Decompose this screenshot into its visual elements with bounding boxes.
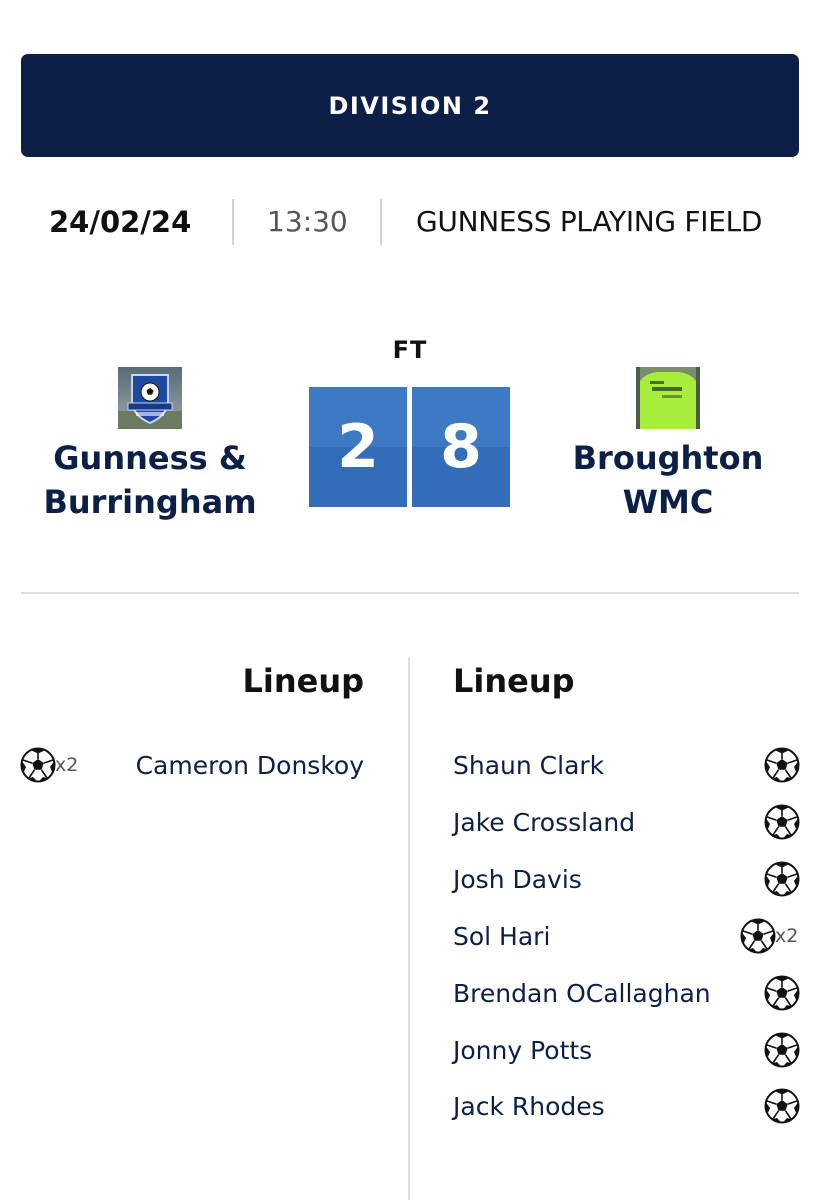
match-status: FT [392,336,428,364]
goal-ball-icon [764,975,800,1011]
away-team-name-line2: WMC [622,483,714,521]
away-team-name[interactable]: Broughton WMC [518,436,818,524]
meta-separator [380,199,382,245]
away-player[interactable]: Sol Hari [453,917,550,957]
goal-ball-icon [20,747,56,783]
away-player[interactable]: Jack Rhodes [453,1087,605,1127]
away-player[interactable]: Shaun Clark [453,746,604,786]
away-score-value: 8 [440,412,482,482]
away-team-name-line1: Broughton [572,439,764,477]
division-header: DIVISION 2 [21,54,799,157]
goal-ball-icon [764,861,800,897]
goal-count: x2 [775,925,799,947]
goal-ball-icon [764,804,800,840]
meta-separator [232,199,234,245]
away-team-photo-icon[interactable] [636,367,700,429]
away-player[interactable]: Jonny Potts [453,1031,592,1071]
match-time: 13:30 [267,205,348,238]
home-player[interactable]: Cameron Donskoy [136,746,364,786]
home-team-name-line2: Burringham [43,483,257,521]
home-score-value: 2 [337,412,379,482]
match-date: 24/02/24 [49,205,192,239]
away-lineup-title: Lineup [453,662,575,700]
home-score: 2 [309,387,407,507]
goal-count: x2 [55,754,79,776]
home-lineup-title: Lineup [242,662,364,700]
goal-ball-icon [764,1088,800,1124]
division-title: DIVISION 2 [328,91,492,120]
home-club-crest-icon[interactable] [118,367,182,429]
home-team-name-line1: Gunness & [53,439,247,477]
away-player[interactable]: Brendan OCallaghan [453,974,711,1014]
home-team-name[interactable]: Gunness & Burringham [0,436,300,524]
goal-ball-icon [764,1032,800,1068]
away-score: 8 [412,387,510,507]
section-divider [21,592,799,594]
lineup-column-divider [408,657,410,1200]
match-venue: GUNNESS PLAYING FIELD [416,205,763,238]
goal-ball-icon [740,918,776,954]
goal-ball-icon [764,747,800,783]
away-player[interactable]: Jake Crossland [453,803,635,843]
away-player[interactable]: Josh Davis [453,860,582,900]
